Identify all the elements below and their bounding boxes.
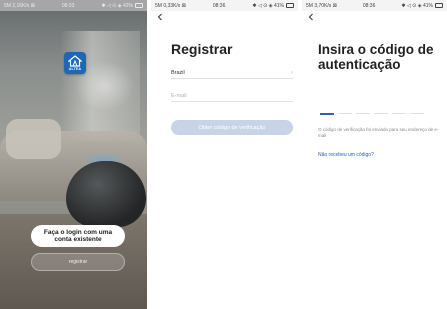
code-digit-slot[interactable] xyxy=(410,113,424,114)
back-arrow-icon[interactable] xyxy=(306,12,316,22)
status-time: 08:36 xyxy=(362,2,376,9)
battery-icon xyxy=(286,3,294,8)
battery-icon xyxy=(435,3,443,8)
code-digit-slot[interactable] xyxy=(374,113,388,114)
login-screen: 5M 2,16K/s ⊠ 08:33 ✱ ◁ ⊙ ◈ 42% ALTEA Faç… xyxy=(0,0,147,309)
page-title: Registrar xyxy=(171,41,233,57)
get-verification-code-button[interactable]: Obter código de verificação xyxy=(171,120,293,135)
register-button[interactable]: registrar xyxy=(31,253,125,271)
code-digit-slot[interactable] xyxy=(392,113,406,114)
status-icons: ✱ ◁ ⊙ ◈ 41% xyxy=(252,2,284,9)
status-icons: ✱ ◁ ⊙ ◈ 41% xyxy=(401,2,433,9)
code-digit-slot[interactable] xyxy=(338,113,352,114)
country-value: Brazil xyxy=(171,69,185,76)
status-network: 5M 2,16K/s ⊠ xyxy=(4,2,35,9)
register-screen: 5M 0,33K/s ⊠ 08:36 ✱ ◁ ⊙ ◈ 41% Registrar… xyxy=(151,0,298,309)
verification-code-screen: 5M 3,70K/s ⊠ 08:36 ✱ ◁ ⊙ ◈ 41% Insira o … xyxy=(302,0,447,309)
status-bar: 5M 2,16K/s ⊠ 08:33 ✱ ◁ ⊙ ◈ 42% xyxy=(0,0,147,11)
status-network: 5M 0,33K/s ⊠ xyxy=(155,2,186,9)
status-time: 08:33 xyxy=(61,2,75,9)
robot-vacuum-image xyxy=(66,161,146,227)
back-arrow-icon[interactable] xyxy=(155,12,165,22)
battery-icon xyxy=(135,3,143,8)
status-time: 08:36 xyxy=(212,2,226,9)
country-selector[interactable]: Brazil › xyxy=(171,67,293,79)
status-network: 5M 3,70K/s ⊠ xyxy=(306,2,337,9)
code-digit-slot[interactable] xyxy=(356,113,370,114)
email-field[interactable] xyxy=(171,90,293,102)
app-logo-icon: ALTEA xyxy=(64,52,86,74)
page-title: Insira o código de autenticação xyxy=(318,42,434,72)
login-existing-account-button[interactable]: Faça o login com uma conta existente xyxy=(31,225,125,247)
chevron-right-icon: › xyxy=(291,69,293,76)
code-digit-slot[interactable] xyxy=(320,113,334,115)
status-bar: 5M 0,33K/s ⊠ 08:36 ✱ ◁ ⊙ ◈ 41% xyxy=(151,0,298,11)
code-sent-hint: O código de verificação foi enviado para… xyxy=(318,127,439,138)
status-bar: 5M 3,70K/s ⊠ 08:36 ✱ ◁ ⊙ ◈ 41% xyxy=(302,0,447,11)
status-icons: ✱ ◁ ⊙ ◈ 42% xyxy=(101,2,133,9)
resend-code-link[interactable]: Não recebeu um código? xyxy=(318,152,374,158)
app-logo-text: ALTEA xyxy=(68,67,82,71)
house-icon xyxy=(68,55,82,67)
code-input[interactable] xyxy=(320,113,424,115)
